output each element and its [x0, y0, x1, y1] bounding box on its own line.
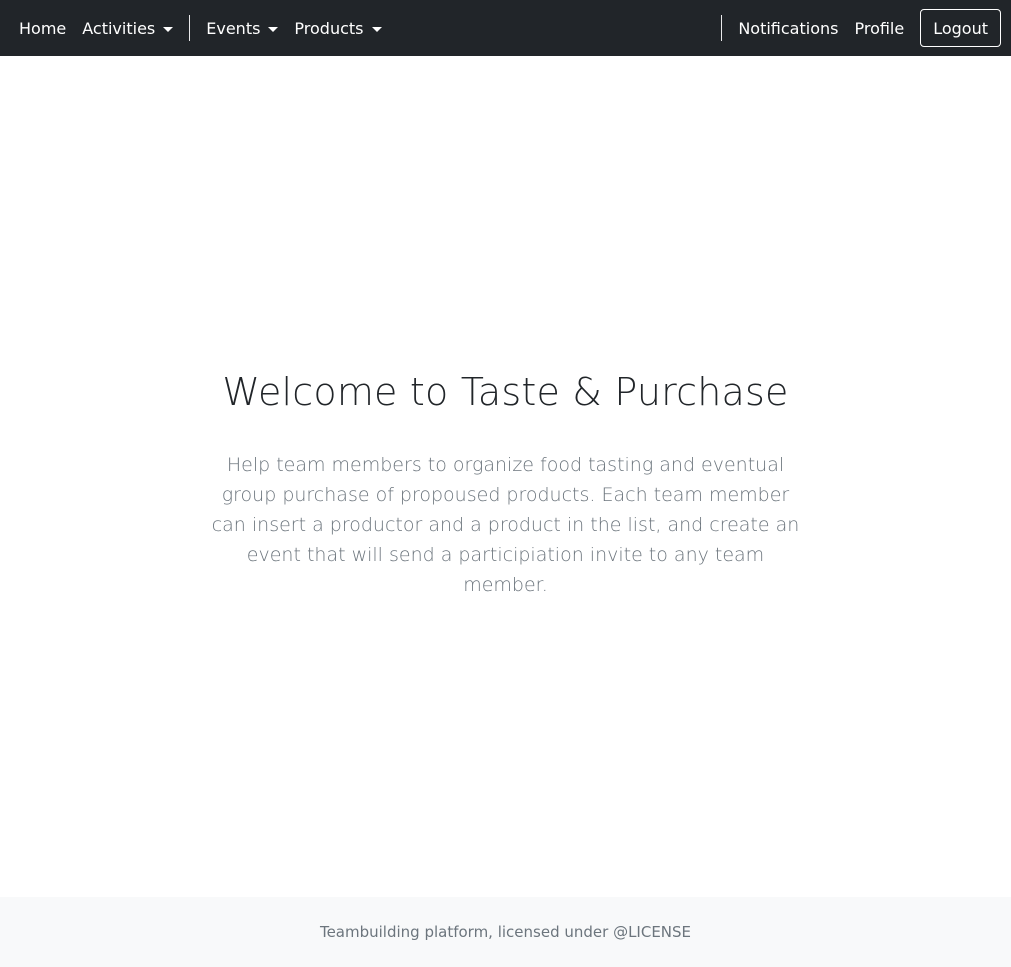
chevron-down-icon	[371, 26, 382, 32]
nav-home-link[interactable]: Home	[19, 19, 66, 38]
nav-events-dropdown[interactable]: Events	[206, 18, 279, 38]
top-navbar: Home Activities Events Products Notifica…	[0, 0, 1011, 56]
nav-products-dropdown[interactable]: Products	[294, 18, 382, 38]
chevron-down-icon	[268, 26, 279, 32]
navbar-right: Notifications Profile Logout	[721, 0, 1001, 56]
main-content: Welcome to Taste & Purchase Help team me…	[0, 56, 1011, 897]
page-title: Welcome to Taste & Purchase	[222, 370, 789, 414]
nav-activities-dropdown[interactable]: Activities	[82, 18, 174, 38]
nav-divider-right	[721, 15, 723, 41]
nav-divider-left	[189, 15, 191, 41]
nav-profile-link[interactable]: Profile	[854, 19, 904, 38]
chevron-down-icon	[163, 26, 174, 32]
nav-notifications-link[interactable]: Notifications	[738, 19, 838, 38]
nav-events-label: Events	[206, 18, 261, 38]
page-description: Help team members to organize food tasti…	[211, 454, 800, 596]
footer-text: Teambuilding platform, licensed under @L…	[319, 923, 692, 941]
page: Home Activities Events Products Notifica…	[0, 0, 1011, 967]
page-footer: Teambuilding platform, licensed under @L…	[0, 897, 1011, 967]
navbar-left: Home Activities Events Products	[19, 0, 382, 56]
nav-activities-label: Activities	[82, 18, 156, 38]
nav-products-label: Products	[294, 18, 364, 38]
logout-button[interactable]: Logout	[920, 9, 1001, 47]
